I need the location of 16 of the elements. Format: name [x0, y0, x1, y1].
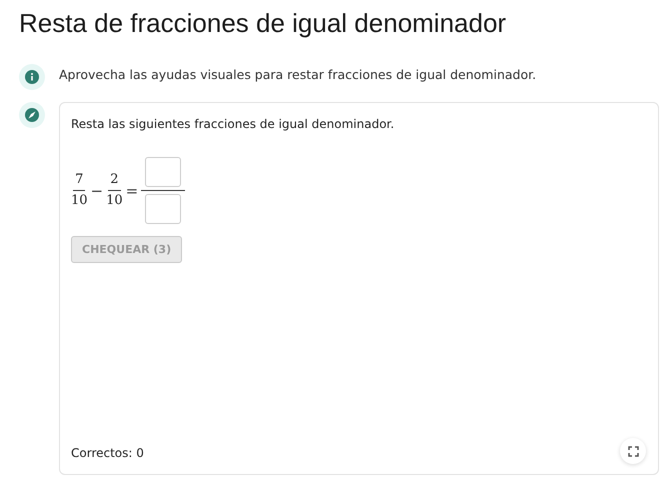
hint-text: Aprovecha las ayudas visuales para restar fracciones de igual denominador.: [59, 66, 536, 84]
denominator: 10: [71, 192, 88, 209]
numerator: 2: [108, 172, 121, 191]
denominator: 10: [106, 192, 123, 209]
page-title: Resta de fracciones de igual denominador: [19, 8, 508, 38]
compass-icon: [19, 102, 45, 128]
instruction-text: Resta las siguientes fracciones de igual denominador.: [71, 117, 396, 131]
info-icon: [19, 64, 45, 90]
operator-symbol: =: [126, 182, 138, 200]
fullscreen-icon: [628, 446, 638, 456]
denominator-input[interactable]: [145, 194, 182, 224]
numerator-input[interactable]: [145, 157, 182, 187]
numerator: 7: [73, 172, 86, 191]
fullscreen-button[interactable]: [620, 438, 646, 464]
score-text: Correctos: 0: [71, 446, 144, 460]
operator-symbol: −: [90, 182, 104, 200]
